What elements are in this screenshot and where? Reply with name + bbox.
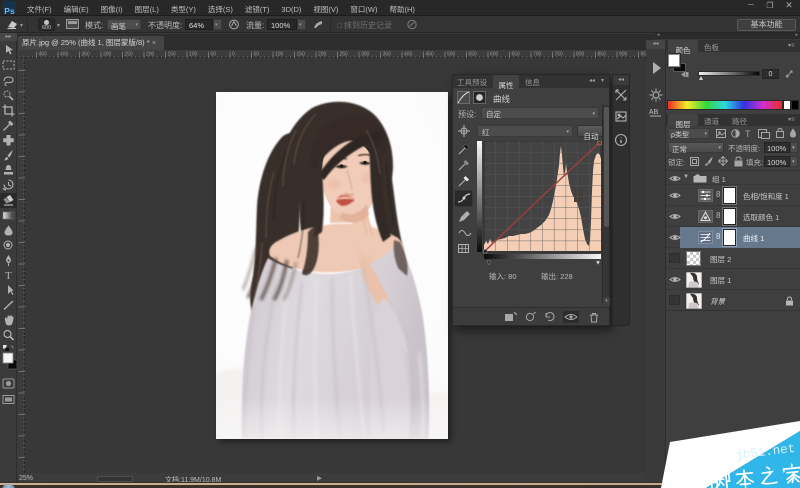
svg-text:ᴀʙ: ᴀʙ <box>649 106 658 116</box>
svg-text:200: 200 <box>146 52 155 58</box>
svg-text:600: 600 <box>490 52 499 58</box>
svg-text:0: 0 <box>232 52 235 58</box>
svg-text:50: 50 <box>211 52 217 58</box>
svg-text:850: 850 <box>598 52 607 58</box>
svg-text:250: 250 <box>340 52 349 58</box>
svg-text:450: 450 <box>426 52 435 58</box>
svg-text:250: 250 <box>125 52 134 58</box>
svg-text:50: 50 <box>254 52 260 58</box>
svg-text:150: 150 <box>168 52 177 58</box>
svg-text:300: 300 <box>361 52 370 58</box>
svg-text:400: 400 <box>60 52 69 58</box>
svg-text:T: T <box>5 270 12 282</box>
svg-text:T: T <box>745 129 751 139</box>
svg-text:100: 100 <box>189 52 198 58</box>
svg-text:300: 300 <box>103 52 112 58</box>
svg-text:200: 200 <box>318 52 327 58</box>
svg-text:650: 650 <box>512 52 521 58</box>
svg-text:350: 350 <box>82 52 91 58</box>
svg-text:550: 550 <box>469 52 478 58</box>
svg-text:700: 700 <box>533 52 542 58</box>
svg-text:900: 900 <box>619 52 628 58</box>
svg-text:100: 100 <box>275 52 284 58</box>
svg-text:500: 500 <box>447 52 456 58</box>
svg-text:750: 750 <box>555 52 564 58</box>
svg-text:400: 400 <box>404 52 413 58</box>
svg-text:150: 150 <box>297 52 306 58</box>
svg-text:350: 350 <box>383 52 392 58</box>
svg-text:800: 800 <box>576 52 585 58</box>
svg-text:450: 450 <box>39 52 48 58</box>
